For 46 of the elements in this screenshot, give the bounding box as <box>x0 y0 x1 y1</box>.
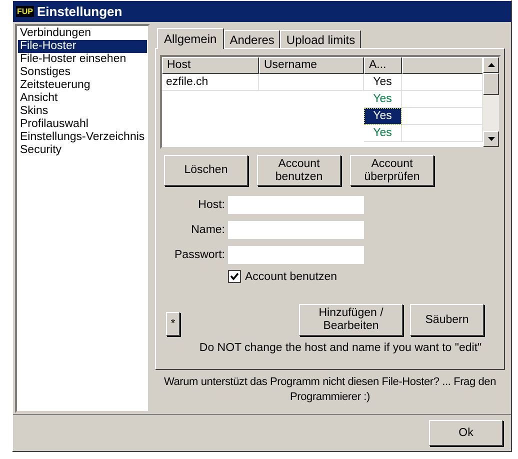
category-item[interactable]: Ansicht <box>18 92 147 105</box>
footer-text: Warum unterstüzt das Programm nicht diesen File-Hoster? ... Frag den Programmierer :) <box>162 375 497 405</box>
field-label: Name: <box>190 224 225 236</box>
star-button[interactable]: * <box>166 312 180 336</box>
column-header[interactable]: Host <box>162 57 259 74</box>
tab[interactable]: Upload limits <box>280 30 362 48</box>
table-cell: ezfile.ch <box>162 74 259 91</box>
table-cell[interactable]: Yes <box>364 74 402 91</box>
window-title: Einstellungen <box>37 4 122 19</box>
category-item[interactable]: Skins <box>18 105 147 118</box>
note-text: Do NOT change the host and name if you want to "edit" <box>198 341 483 354</box>
field-label: Host: <box>197 199 225 211</box>
ok-button[interactable]: Ok <box>429 420 503 446</box>
category-item[interactable]: Security <box>18 144 147 157</box>
input-field[interactable] <box>228 246 364 264</box>
edit-button[interactable]: Hinzufügen / Bearbeiten <box>299 304 403 336</box>
edit-button[interactable]: Säubern <box>410 304 484 336</box>
category-item[interactable]: File-Hoster einsehen <box>18 53 147 66</box>
category-item[interactable]: Profilauswahl <box>18 118 147 131</box>
category-item[interactable]: Verbindungen <box>18 27 147 40</box>
scroll-up-button[interactable] <box>483 57 499 73</box>
column-header[interactable]: Username <box>259 57 364 74</box>
action-button[interactable]: Account überprüfen <box>350 155 434 186</box>
app-logo: FUP <box>16 6 34 17</box>
table-cell[interactable]: Yes <box>364 108 402 125</box>
table-cell[interactable]: Yes <box>364 125 402 142</box>
input-field[interactable] <box>228 221 364 239</box>
action-button[interactable]: Löschen <box>164 155 248 186</box>
tab[interactable]: Anderes <box>224 30 280 48</box>
account-checkbox[interactable]: Account benutzen <box>160 264 501 283</box>
scrollbar[interactable] <box>483 57 499 147</box>
field-label: Passwort: <box>174 249 225 261</box>
up-arrow-icon <box>488 63 494 67</box>
scroll-thumb[interactable] <box>483 73 499 95</box>
scroll-down-button[interactable] <box>483 131 499 147</box>
category-item[interactable]: Zeitsteuerung <box>18 79 147 92</box>
category-item[interactable]: File-Hoster <box>18 40 147 53</box>
column-header[interactable]: A... <box>364 57 402 74</box>
checkbox-label: Account benutzen <box>245 270 338 282</box>
down-arrow-icon <box>488 137 494 141</box>
checkbox[interactable] <box>228 270 241 283</box>
action-button[interactable]: Account benutzen <box>257 155 341 186</box>
category-item[interactable]: Einstellungs-Verzeichnis <box>18 131 147 144</box>
tab[interactable]: Allgemein <box>157 28 224 49</box>
input-field[interactable] <box>228 196 364 214</box>
category-item[interactable]: Sonstiges <box>18 66 147 79</box>
